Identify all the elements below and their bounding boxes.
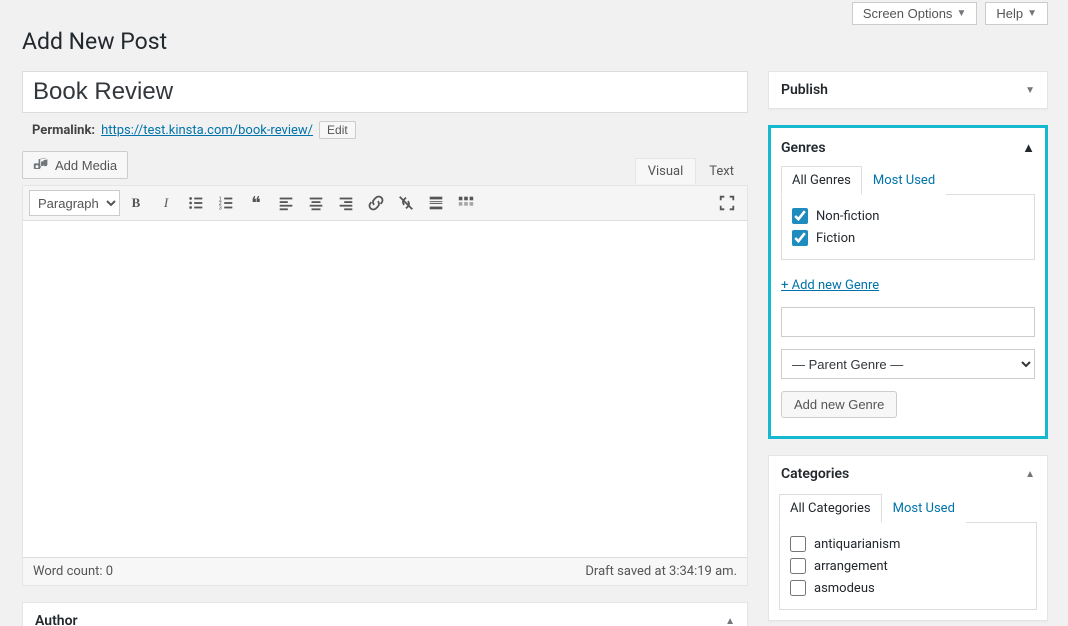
post-title-input[interactable] <box>22 71 748 113</box>
toolbar-toggle-button[interactable] <box>452 190 480 216</box>
add-genre-button[interactable]: Add new Genre <box>781 391 897 418</box>
permalink-url[interactable]: https://test.kinsta.com/book-review/ <box>101 123 313 138</box>
bullet-list-icon <box>187 194 205 212</box>
category-label: asmodeus <box>814 581 875 596</box>
categories-list[interactable]: antiquarianism arrangement asmodeus <box>779 522 1037 610</box>
genre-label: Non-fiction <box>816 209 879 224</box>
category-checkbox[interactable] <box>790 580 806 596</box>
category-item[interactable]: arrangement <box>790 555 1026 577</box>
new-genre-input[interactable] <box>781 307 1035 337</box>
genre-checkbox[interactable] <box>792 208 808 224</box>
fullscreen-icon <box>718 194 736 212</box>
caret-down-icon: ▼ <box>956 8 966 19</box>
align-center-button[interactable] <box>302 190 330 216</box>
permalink-label: Permalink: <box>32 123 95 138</box>
author-box-toggle[interactable]: Author ▲ <box>23 603 747 626</box>
author-box-title: Author <box>35 613 78 626</box>
category-item[interactable]: antiquarianism <box>790 533 1026 555</box>
publish-box-toggle[interactable]: Publish ▼ <box>769 72 1047 108</box>
toolbar-toggle-icon <box>457 194 475 212</box>
editor-content-area[interactable] <box>23 221 747 557</box>
category-item[interactable]: asmodeus <box>790 577 1026 599</box>
genre-item[interactable]: Non-fiction <box>792 205 1024 227</box>
genres-tab-most-used[interactable]: Most Used <box>862 166 946 195</box>
genre-label: Fiction <box>816 231 855 246</box>
align-center-icon <box>307 194 325 212</box>
categories-panel: Categories ▲ All Categories Most Used an… <box>768 455 1048 621</box>
edit-slug-button[interactable]: Edit <box>319 121 356 139</box>
unlink-button[interactable] <box>392 190 420 216</box>
category-checkbox[interactable] <box>790 536 806 552</box>
caret-up-icon: ▲ <box>1025 469 1035 480</box>
publish-box-title: Publish <box>781 82 828 98</box>
format-select[interactable]: Paragraph <box>29 190 120 216</box>
link-button[interactable] <box>362 190 390 216</box>
categories-box-title: Categories <box>781 466 849 482</box>
word-count: Word count: 0 <box>33 564 113 579</box>
numbered-list-icon: 123 <box>217 194 235 212</box>
camera-music-icon <box>33 157 49 173</box>
add-media-button[interactable]: Add Media <box>22 151 128 179</box>
italic-button[interactable]: I <box>152 190 180 216</box>
genres-list: Non-fiction Fiction <box>781 194 1035 260</box>
categories-tab-all[interactable]: All Categories <box>779 494 882 523</box>
category-label: antiquarianism <box>814 537 900 552</box>
genre-checkbox[interactable] <box>792 230 808 246</box>
editor-toolbar: Paragraph B I 123 ❝ <box>23 186 747 221</box>
caret-up-icon: ▲ <box>1022 140 1035 156</box>
categories-tab-most-used[interactable]: Most Used <box>882 494 966 523</box>
read-more-button[interactable] <box>422 190 450 216</box>
category-checkbox[interactable] <box>790 558 806 574</box>
svg-text:3: 3 <box>219 205 222 211</box>
align-right-icon <box>337 194 355 212</box>
help-label: Help <box>996 6 1023 21</box>
genres-box-title: Genres <box>781 140 826 156</box>
page-title: Add New Post <box>22 28 1048 55</box>
bullet-list-button[interactable] <box>182 190 210 216</box>
genres-panel: Genres ▲ All Genres Most Used Non-fictio… <box>768 125 1048 439</box>
visual-tab[interactable]: Visual <box>635 158 697 184</box>
align-left-icon <box>277 194 295 212</box>
align-right-button[interactable] <box>332 190 360 216</box>
genres-tab-all[interactable]: All Genres <box>781 166 862 195</box>
category-label: arrangement <box>814 559 888 574</box>
numbered-list-button[interactable]: 123 <box>212 190 240 216</box>
bold-button[interactable]: B <box>122 190 150 216</box>
unlink-icon <box>397 194 415 212</box>
caret-down-icon: ▼ <box>1025 85 1035 96</box>
help-button[interactable]: Help ▼ <box>985 2 1048 25</box>
add-media-label: Add Media <box>55 158 117 173</box>
link-icon <box>367 194 385 212</box>
read-more-icon <box>427 194 445 212</box>
caret-up-icon: ▲ <box>725 616 735 626</box>
genre-item[interactable]: Fiction <box>792 227 1024 249</box>
caret-down-icon: ▼ <box>1027 8 1037 19</box>
screen-options-button[interactable]: Screen Options ▼ <box>852 2 978 25</box>
categories-box-toggle[interactable]: Categories ▲ <box>769 456 1047 492</box>
parent-genre-select[interactable]: — Parent Genre — <box>781 349 1035 379</box>
add-new-genre-link[interactable]: + Add new Genre <box>781 278 879 293</box>
align-left-button[interactable] <box>272 190 300 216</box>
blockquote-button[interactable]: ❝ <box>242 190 270 216</box>
screen-options-label: Screen Options <box>863 6 953 21</box>
fullscreen-button[interactable] <box>713 190 741 216</box>
content-editor: Visual Text Paragraph B I 123 ❝ <box>22 185 748 586</box>
draft-saved-status: Draft saved at 3:34:19 am. <box>585 564 737 579</box>
text-tab[interactable]: Text <box>696 158 747 184</box>
genres-box-toggle[interactable]: Genres ▲ <box>771 128 1045 166</box>
